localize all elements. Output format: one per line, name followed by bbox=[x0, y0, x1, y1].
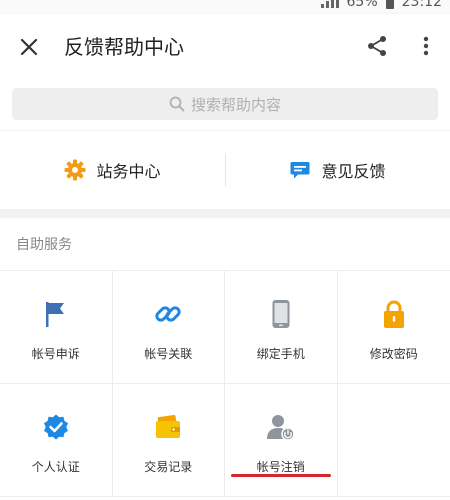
section-title: 自助服务 bbox=[16, 237, 72, 253]
link-icon bbox=[155, 306, 181, 322]
account-link-label: 帐号关联 bbox=[144, 347, 193, 361]
self-service-section: 自助服务 帐号申诉 帐号关联 绑定手机 修改密码 个人认证 交易记录 帐号注销 bbox=[0, 218, 450, 500]
wallet-icon bbox=[156, 414, 181, 438]
status-bar: 65% 23:12 bbox=[0, 0, 450, 14]
account-cancel-icon bbox=[266, 415, 295, 441]
search-placeholder: 搜索帮助内容 bbox=[190, 95, 281, 114]
highlight-underline bbox=[231, 474, 331, 477]
search-area: 搜索帮助内容 bbox=[0, 78, 450, 130]
more-options-button[interactable] bbox=[414, 31, 438, 61]
account-cancel-label: 帐号注销 bbox=[256, 460, 305, 474]
battery-icon bbox=[385, 0, 394, 9]
bind-phone-label: 绑定手机 bbox=[256, 347, 305, 361]
status-icons: 65% 23:12 bbox=[320, 0, 442, 10]
app-bar: 反馈帮助中心 bbox=[0, 14, 450, 78]
lock-icon bbox=[383, 300, 404, 328]
close-button[interactable] bbox=[14, 32, 44, 62]
verified-badge-icon bbox=[43, 414, 68, 440]
bind-phone-button[interactable]: 绑定手机 bbox=[225, 271, 338, 383]
change-password-label: 修改密码 bbox=[369, 347, 418, 361]
share-icon bbox=[368, 36, 386, 56]
service-grid: 帐号申诉 帐号关联 绑定手机 修改密码 个人认证 交易记录 帐号注销 bbox=[0, 270, 450, 497]
transaction-record-label: 交易记录 bbox=[144, 460, 193, 474]
quick-actions: 站务中心 意见反馈 bbox=[0, 131, 450, 209]
clock: 23:12 bbox=[401, 0, 442, 10]
account-link-button[interactable]: 帐号关联 bbox=[113, 271, 225, 383]
page-title: 反馈帮助中心 bbox=[64, 35, 184, 59]
account-cancel-button[interactable]: 帐号注销 bbox=[225, 384, 338, 496]
personal-verify-button[interactable]: 个人认证 bbox=[0, 384, 113, 496]
signal-icon bbox=[320, 0, 339, 8]
grid-row: 个人认证 交易记录 帐号注销 bbox=[0, 384, 450, 497]
feedback-icon bbox=[290, 162, 310, 179]
battery-percent: 65% bbox=[346, 0, 378, 10]
grid-row: 帐号申诉 帐号关联 绑定手机 修改密码 bbox=[0, 271, 450, 384]
close-icon bbox=[20, 38, 38, 56]
transaction-record-button[interactable]: 交易记录 bbox=[113, 384, 225, 496]
more-vert-icon bbox=[423, 36, 429, 56]
station-center-button[interactable]: 站务中心 bbox=[0, 131, 225, 209]
feedback-label: 意见反馈 bbox=[321, 162, 386, 181]
share-button[interactable] bbox=[362, 31, 392, 61]
search-icon bbox=[169, 96, 185, 112]
empty-cell bbox=[338, 384, 450, 496]
gear-icon bbox=[64, 159, 86, 181]
account-appeal-button[interactable]: 帐号申诉 bbox=[0, 271, 113, 383]
feedback-button[interactable]: 意见反馈 bbox=[225, 131, 450, 209]
flag-icon bbox=[45, 302, 64, 327]
personal-verify-label: 个人认证 bbox=[31, 460, 80, 474]
search-input[interactable]: 搜索帮助内容 bbox=[12, 88, 438, 120]
phone-icon bbox=[272, 300, 290, 328]
station-center-label: 站务中心 bbox=[96, 162, 161, 181]
account-appeal-label: 帐号申诉 bbox=[31, 347, 80, 361]
change-password-button[interactable]: 修改密码 bbox=[338, 271, 450, 383]
